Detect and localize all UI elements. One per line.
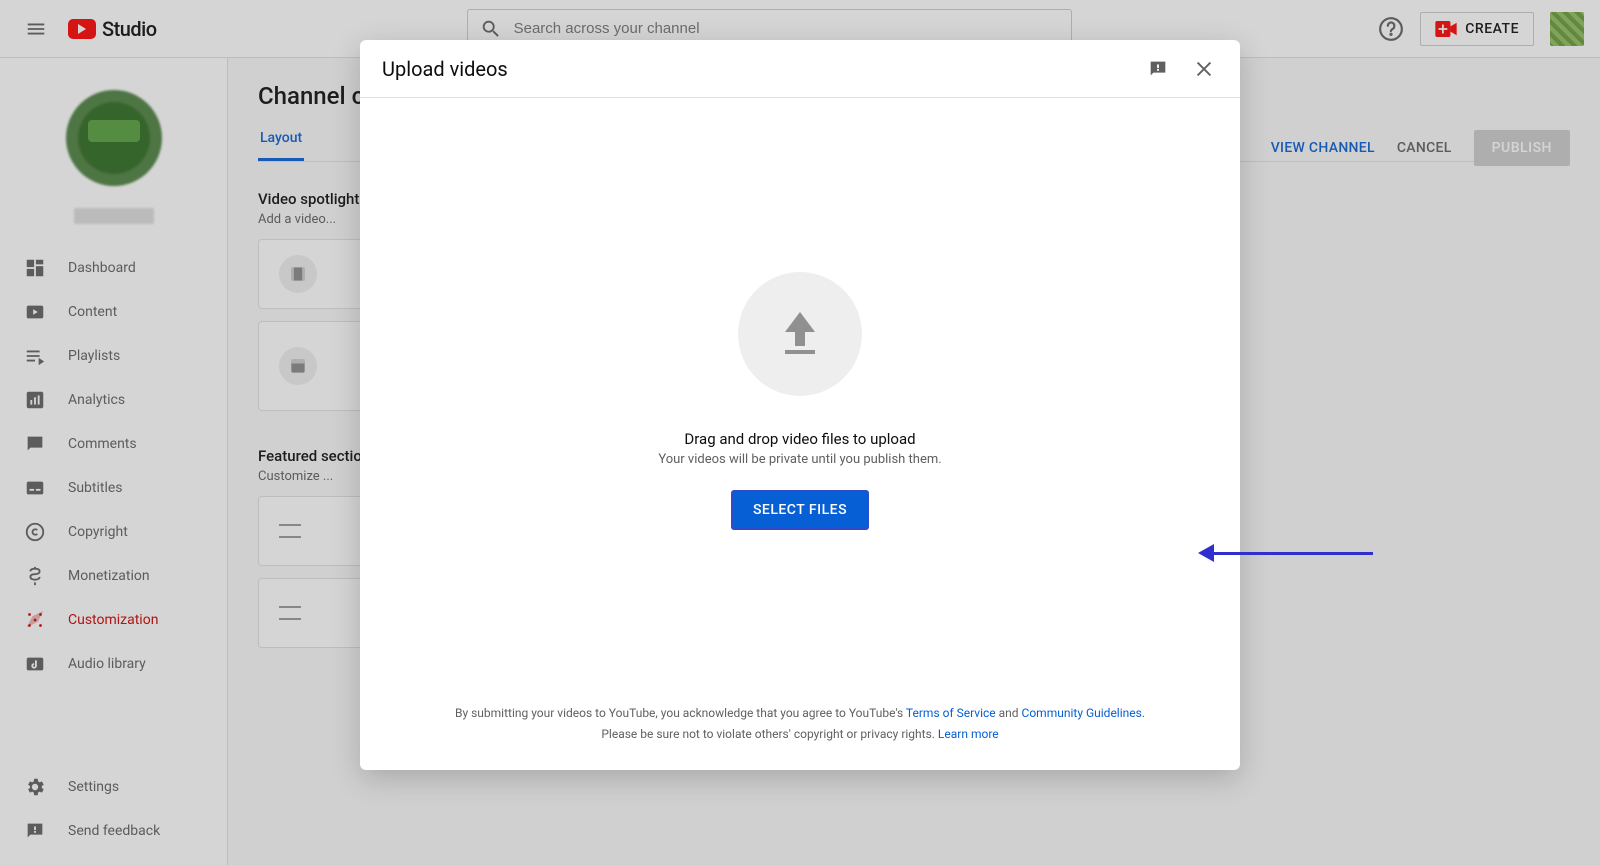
modal-overlay[interactable]: Upload videos Drag and drop video files … [0,0,1600,865]
footer-text-1: By submitting your videos to YouTube, yo… [455,706,906,720]
footer-dot: . [1142,706,1145,720]
drop-subtitle: Your videos will be private until you pu… [658,452,941,467]
close-button[interactable] [1190,55,1218,83]
upload-arrow-icon [777,308,823,360]
modal-title: Upload videos [382,57,508,81]
terms-link[interactable]: Terms of Service [906,706,996,720]
drop-title: Drag and drop video files to upload [684,430,915,448]
upload-modal: Upload videos Drag and drop video files … [360,40,1240,770]
annotation-arrow [1198,544,1373,562]
footer-and: and [996,706,1022,720]
send-feedback-button[interactable] [1144,55,1172,83]
modal-footer: By submitting your videos to YouTube, yo… [360,703,1240,770]
close-icon [1193,58,1215,80]
modal-header: Upload videos [360,40,1240,98]
upload-drop-zone[interactable] [738,272,862,396]
guidelines-link[interactable]: Community Guidelines [1022,706,1142,720]
select-files-button[interactable]: SELECT FILES [732,491,868,529]
feedback-icon [1147,58,1169,80]
footer-text-2: Please be sure not to violate others' co… [601,727,938,741]
learn-more-link[interactable]: Learn more [938,727,999,741]
modal-body: Drag and drop video files to upload Your… [360,98,1240,703]
